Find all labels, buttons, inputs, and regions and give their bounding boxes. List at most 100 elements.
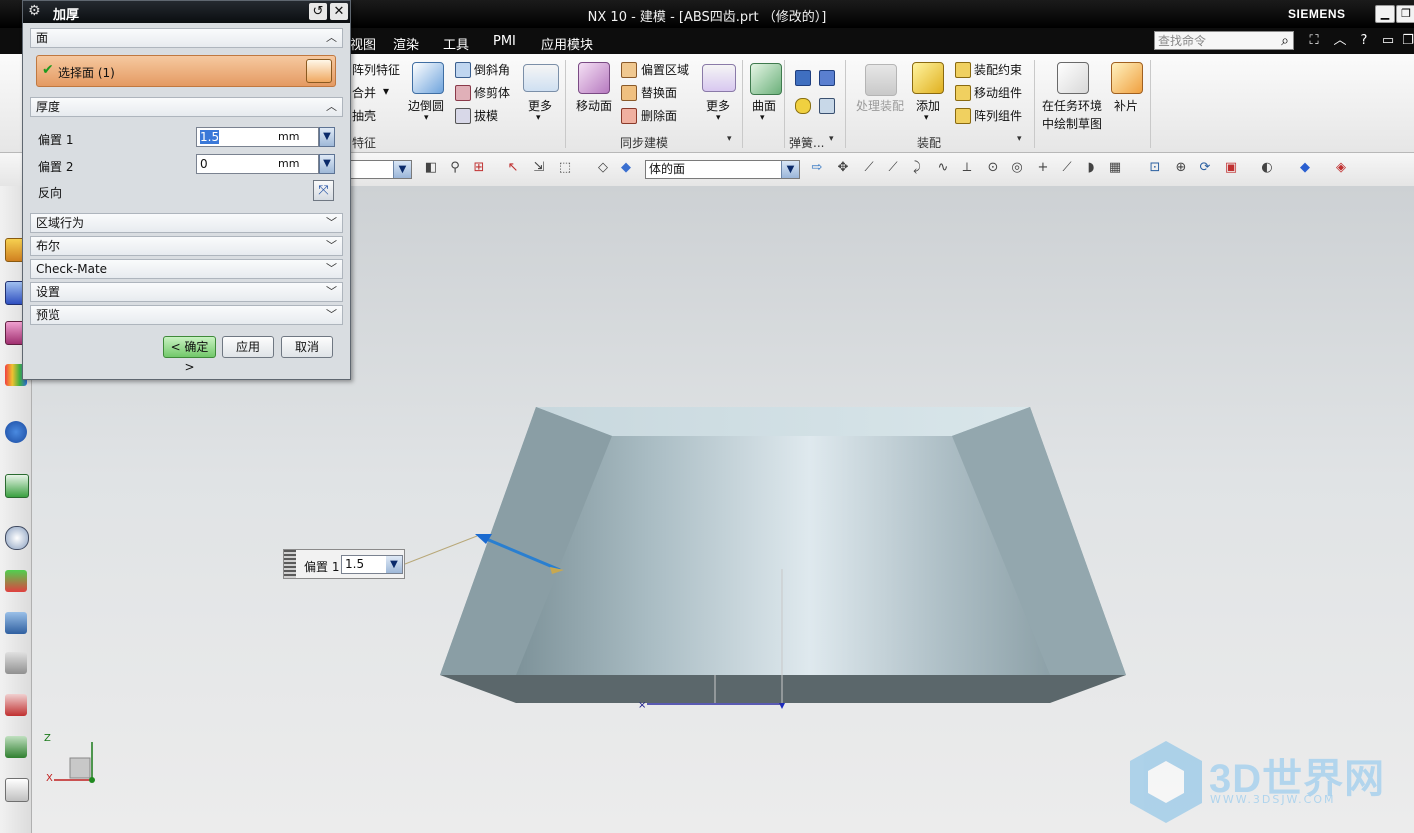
cancel-button[interactable]: 取消 [281, 336, 333, 358]
face-select-icon[interactable]: ◇ [596, 161, 610, 175]
section-boolean[interactable]: 布尔 ﹀ [30, 236, 343, 256]
onscreen-input-panel[interactable]: 偏置 1 1.5 ▼ [283, 549, 405, 579]
menu-pmi[interactable]: PMI [493, 34, 516, 49]
delete-face-button[interactable]: 删除面 [641, 107, 677, 124]
list-view-icon[interactable] [5, 778, 29, 802]
view-orient-icon[interactable]: ▣ [1224, 161, 1238, 175]
menu-render[interactable]: 渲染 [393, 34, 419, 53]
section-check-mate[interactable]: Check-Mate ﹀ [30, 259, 343, 279]
zoom-icon[interactable]: ⊕ [1174, 161, 1188, 175]
chevron-down-icon[interactable]: ▾ [716, 113, 721, 123]
offset2-unit-select[interactable]: mm [275, 154, 319, 174]
section-settings[interactable]: 设置 ﹀ [30, 282, 343, 302]
section-region-behavior[interactable]: 区域行为 ﹀ [30, 213, 343, 233]
select-face-row[interactable]: ✔ 选择面 (1) [36, 55, 336, 87]
intersect-icon[interactable]: ⟂ [960, 161, 974, 175]
draft-button[interactable]: 拔模 [474, 107, 498, 124]
more-features-icon[interactable] [523, 64, 559, 92]
collapse-ribbon-icon[interactable]: ︿ [1330, 31, 1350, 51]
process-studio-icon[interactable] [5, 570, 27, 592]
chevron-down-icon[interactable]: ▼ [386, 556, 402, 573]
chevron-down-icon[interactable]: ▾ [924, 113, 929, 123]
shell-button[interactable]: 抽壳 [352, 107, 376, 124]
combine-button[interactable]: 合并 [352, 84, 376, 101]
drag-handle[interactable] [284, 550, 296, 578]
slash-icon[interactable]: ⟋ [886, 161, 900, 175]
edge-blend-icon[interactable] [412, 62, 444, 94]
menu-tools[interactable]: 工具 [443, 34, 469, 53]
spring-icon[interactable] [795, 98, 811, 114]
cursor-icon[interactable]: ↖ [506, 161, 520, 175]
offset1-unit-select[interactable]: mm [275, 127, 319, 147]
sketch-in-task-button[interactable]: 在任务环境 [1042, 97, 1102, 114]
body-select-icon[interactable]: ◆ [619, 161, 633, 175]
command-search-input[interactable]: 查找命令 [1154, 31, 1294, 50]
arrow-right-icon[interactable]: ⇨ [810, 161, 824, 175]
add-component-icon[interactable] [912, 62, 944, 94]
quadrant-icon[interactable]: ◎ [1010, 161, 1024, 175]
select-filter-icon[interactable]: ◧ [424, 161, 438, 175]
chevron-down-icon[interactable]: ▾ [383, 84, 389, 98]
info-icon[interactable] [5, 421, 27, 443]
shaded-cube-icon[interactable]: ◆ [1298, 161, 1312, 175]
render-style-icon[interactable]: ◐ [1260, 161, 1274, 175]
group-options-icon[interactable]: ▾ [727, 134, 732, 144]
fit-view-icon[interactable]: ⊡ [1148, 161, 1162, 175]
add-component-button[interactable]: 添加 [916, 97, 940, 114]
doc-minimize-icon[interactable]: ▭ [1378, 31, 1398, 51]
patch-icon[interactable] [1111, 62, 1143, 94]
more-sync-icon[interactable] [702, 64, 736, 92]
doc-restore-icon[interactable]: ❐ [1398, 31, 1414, 51]
group-options-icon[interactable]: ▾ [1017, 134, 1022, 144]
replace-face-button[interactable]: 替换面 [641, 84, 677, 101]
roles-icon[interactable] [5, 652, 27, 674]
more-sync-button[interactable]: 更多 [706, 97, 730, 114]
web-browser-icon[interactable] [5, 474, 29, 498]
line-icon[interactable]: ⟋ [862, 161, 876, 175]
snap-icon[interactable]: ⚲ [448, 161, 462, 175]
section-thickness-header[interactable]: 厚度 ︿ [30, 97, 343, 117]
face-point-icon[interactable]: ◗ [1084, 161, 1098, 175]
menu-applications[interactable]: 应用模块 [541, 34, 593, 53]
apply-button[interactable]: 应用 [222, 336, 274, 358]
search-icon[interactable]: ⌕ [1275, 31, 1295, 51]
chevron-down-icon[interactable]: ▾ [536, 113, 541, 123]
palette-icon[interactable] [5, 736, 27, 758]
move-face-button[interactable]: 移动面 [576, 97, 612, 114]
reset-icon[interactable]: ↺ [309, 3, 327, 20]
plus-point-icon[interactable]: + [1036, 161, 1050, 175]
grid-point-icon[interactable]: ▦ [1108, 161, 1122, 175]
help-icon[interactable]: ? [1354, 31, 1374, 51]
offset1-input[interactable]: 1.5 [196, 127, 276, 147]
pen-icon[interactable] [819, 70, 835, 86]
fullscreen-icon[interactable]: ⛶ [1304, 31, 1324, 51]
assembly-constraint-button[interactable]: 装配约束 [974, 61, 1022, 78]
spline-icon[interactable]: ∿ [936, 161, 950, 175]
pattern-feature-button[interactable]: 阵列特征 [352, 61, 400, 78]
trim-body-button[interactable]: 修剪体 [474, 84, 510, 101]
top-rim-face[interactable] [536, 407, 1030, 436]
face-select-icon[interactable] [306, 59, 332, 83]
chevron-down-icon[interactable]: ▾ [760, 113, 765, 123]
rectangle-select-icon[interactable]: ⬚ [558, 161, 572, 175]
gear-icon[interactable]: ⚙ [28, 3, 41, 19]
sketch-in-task-button-line2[interactable]: 中绘制草图 [1042, 115, 1102, 132]
tool-icon[interactable] [819, 98, 835, 114]
section-preview[interactable]: 预览 ﹀ [30, 305, 343, 325]
face-rule-dropdown[interactable]: 体的面 ▼ [645, 160, 800, 179]
patch-button[interactable]: 补片 [1114, 97, 1138, 114]
move-component-button[interactable]: 移动组件 [974, 84, 1022, 101]
offset2-input[interactable]: 0 [196, 154, 276, 174]
pattern-component-button[interactable]: 阵列组件 [974, 107, 1022, 124]
section-icon[interactable]: ◈ [1334, 161, 1348, 175]
list-icon[interactable] [795, 70, 811, 86]
select-mode-icon[interactable]: ⇲ [532, 161, 546, 175]
ok-button[interactable]: < 确定 > [163, 336, 216, 374]
manufacturing-wizard-icon[interactable] [5, 612, 27, 634]
bottom-face[interactable] [440, 675, 1126, 703]
reverse-direction-icon[interactable]: ⤧ [313, 180, 334, 201]
offset-region-button[interactable]: 偏置区域 [641, 61, 689, 78]
chevron-down-icon[interactable]: ▾ [424, 113, 429, 123]
chevron-down-icon[interactable]: ▼ [319, 154, 335, 174]
move-face-icon[interactable] [578, 62, 610, 94]
